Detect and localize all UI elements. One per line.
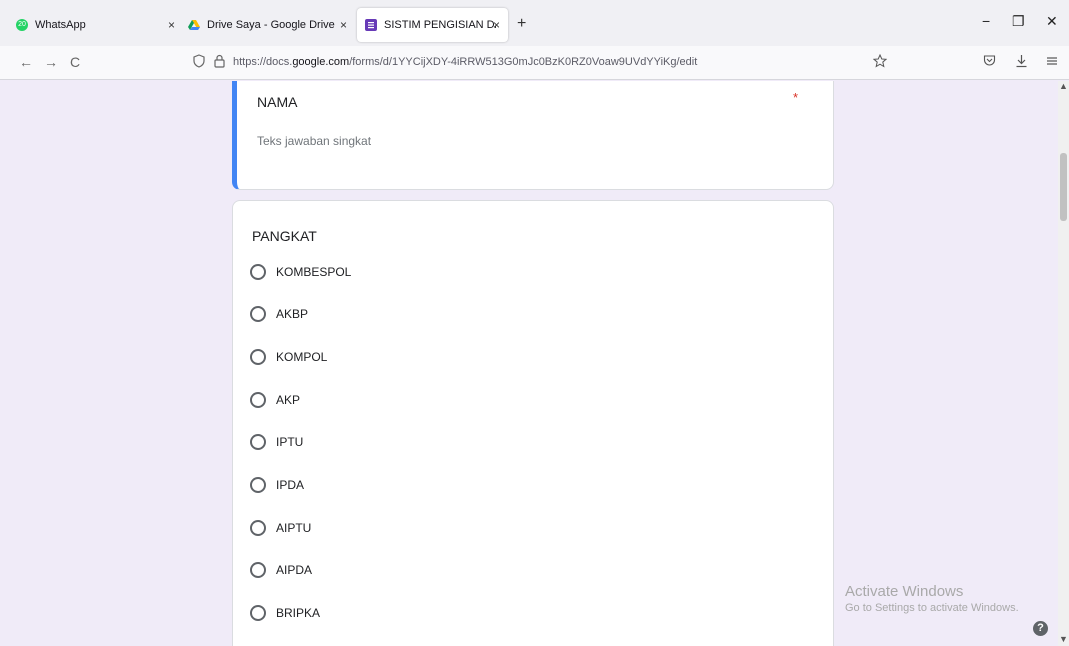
scroll-thumb[interactable] xyxy=(1060,153,1067,221)
tab-title: Drive Saya - Google Drive xyxy=(207,19,335,31)
option-label: IPTU xyxy=(276,435,304,449)
scroll-up-icon[interactable]: ▲ xyxy=(1059,81,1068,91)
tab-google-drive[interactable]: Drive Saya - Google Drive × xyxy=(180,8,355,42)
option-label: AKBP xyxy=(276,307,309,321)
radio-button[interactable] xyxy=(250,562,266,578)
radio-button[interactable] xyxy=(250,264,266,280)
close-tab-icon[interactable]: × xyxy=(493,18,500,32)
close-tab-icon[interactable]: × xyxy=(168,18,175,32)
help-icon[interactable]: ? xyxy=(1033,621,1048,636)
radio-option[interactable]: AIPDA xyxy=(250,560,312,580)
bookmark-star-icon[interactable] xyxy=(872,53,888,71)
nav-bar: ← → C https://docs.google.com/forms/d/1Y… xyxy=(0,46,1069,80)
page-scrollbar[interactable]: ▲ ▼ xyxy=(1058,81,1069,646)
radio-button[interactable] xyxy=(250,434,266,450)
tab-google-forms[interactable]: SISTIM PENGISIAN DATA KAPOR × xyxy=(357,8,508,42)
whatsapp-icon: 20 xyxy=(16,19,28,31)
question-card-pangkat[interactable]: PANGKAT KOMBESPOL AKBP KOMPOL AKP IPTU I… xyxy=(232,200,834,646)
download-icon[interactable] xyxy=(1015,54,1028,71)
radio-button[interactable] xyxy=(250,605,266,621)
short-answer-placeholder[interactable]: Teks jawaban singkat xyxy=(257,134,371,148)
option-label: KOMPOL xyxy=(276,350,328,364)
activate-windows-watermark: Activate Windows Go to Settings to activ… xyxy=(845,583,1019,614)
google-drive-icon xyxy=(188,19,200,31)
radio-option[interactable]: AKBP xyxy=(250,304,308,324)
scroll-down-icon[interactable]: ▼ xyxy=(1059,634,1068,644)
url-path: /forms/d/1YYCijXDY-4iRRW513G0mJc0BzK0RZ0… xyxy=(349,56,698,68)
option-label: KOMBESPOL xyxy=(276,265,352,279)
tab-title: SISTIM PENGISIAN DATA KAPOR xyxy=(384,19,496,31)
option-label: BRIPKA xyxy=(276,606,321,620)
radio-option[interactable]: IPDA xyxy=(250,475,304,495)
radio-button[interactable] xyxy=(250,392,266,408)
tab-whatsapp[interactable]: 20 WhatsApp × xyxy=(8,8,183,42)
radio-option[interactable]: IPTU xyxy=(250,432,303,452)
radio-button[interactable] xyxy=(250,520,266,536)
menu-icon[interactable] xyxy=(1046,54,1058,70)
radio-option[interactable]: KOMBESPOL xyxy=(250,262,351,282)
radio-button[interactable] xyxy=(250,477,266,493)
question-title: NAMA xyxy=(257,94,298,110)
watermark-subtitle: Go to Settings to activate Windows. xyxy=(845,602,1019,614)
close-tab-icon[interactable]: × xyxy=(340,18,347,32)
radio-button[interactable] xyxy=(250,306,266,322)
watermark-title: Activate Windows xyxy=(845,583,964,600)
google-forms-icon xyxy=(365,19,377,31)
tab-title: WhatsApp xyxy=(35,19,86,31)
url-domain: google.com xyxy=(292,56,350,68)
url-field[interactable]: https://docs.google.com/forms/d/1YYCijXD… xyxy=(233,56,697,68)
question-title: PANGKAT xyxy=(252,228,317,244)
option-label: AIPDA xyxy=(276,563,313,577)
close-window-button[interactable]: ✕ xyxy=(1046,13,1058,30)
minimize-button[interactable]: − xyxy=(982,13,990,29)
radio-option[interactable]: AIPTU xyxy=(250,518,311,538)
pocket-icon[interactable] xyxy=(983,54,996,70)
radio-option[interactable]: KOMPOL xyxy=(250,347,327,367)
shield-icon xyxy=(193,54,205,71)
restore-button[interactable]: ❐ xyxy=(1012,13,1025,30)
back-icon[interactable]: ← xyxy=(19,54,33,70)
radio-button[interactable] xyxy=(250,349,266,365)
radio-option[interactable]: BRIPKA xyxy=(250,603,320,623)
option-label: IPDA xyxy=(276,478,305,492)
form-page: NAMA * Teks jawaban singkat PANGKAT KOMB… xyxy=(0,81,1058,646)
required-marker: * xyxy=(793,90,799,105)
question-card-nama[interactable]: NAMA * Teks jawaban singkat xyxy=(232,81,834,190)
reload-icon[interactable]: C xyxy=(70,54,80,70)
option-label: AKP xyxy=(276,393,301,407)
forward-icon[interactable]: → xyxy=(44,54,58,70)
url-prefix: https://docs. xyxy=(233,56,293,68)
new-tab-button[interactable]: + xyxy=(517,15,526,33)
option-label: AIPTU xyxy=(276,521,312,535)
radio-option[interactable]: AKP xyxy=(250,390,300,410)
tab-bar: 20 WhatsApp × Drive Saya - Google Drive … xyxy=(0,0,1069,46)
lock-icon xyxy=(214,54,225,71)
